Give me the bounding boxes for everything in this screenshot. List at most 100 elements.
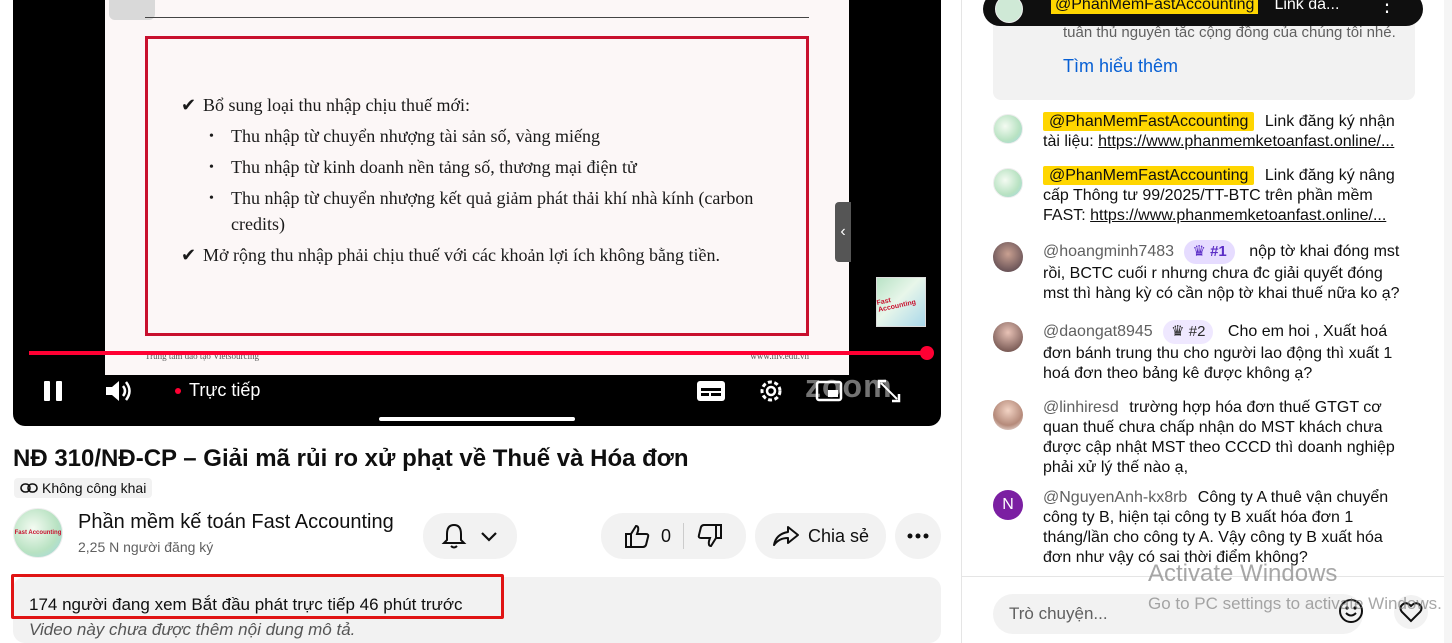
miniplayer-button[interactable]: [811, 374, 847, 408]
slide-bullet-text: Thu nhập từ chuyển nhượng kết quả giảm p…: [231, 188, 754, 234]
video-player[interactable]: ✔ Bổ sung loại thu nhập chịu thuế mới: •…: [13, 0, 941, 426]
chat-message-body: @daongat8945 ♛ #2 Cho em hoi , Xuất hoá …: [1043, 320, 1413, 384]
settings-button[interactable]: [753, 374, 789, 408]
fullscreen-icon: [877, 379, 901, 403]
emoji-button[interactable]: [1337, 597, 1367, 627]
live-label: Trực tiếp: [189, 380, 261, 400]
live-chat-panel: tuân thủ nguyên tắc cộng đồng của chúng …: [961, 0, 1452, 643]
pinned-message-banner[interactable]: @PhanMemFastAccounting Link đă... ⋮: [983, 0, 1423, 26]
heart-icon: [1399, 602, 1423, 623]
progress-bar[interactable]: [29, 346, 934, 360]
share-icon: [772, 526, 799, 546]
progress-fill: [29, 351, 927, 355]
subtitles-button[interactable]: [693, 376, 729, 406]
slide-bullet: • Thu nhập từ chuyển nhượng kết quả giảm…: [181, 183, 801, 240]
subtitles-icon: [697, 381, 725, 401]
chat-message-body: @PhanMemFastAccounting Link đăng ký nhận…: [1043, 112, 1413, 152]
like-count: 0: [660, 525, 671, 546]
thumbs-down-icon[interactable]: [696, 523, 724, 549]
pinned-author: @PhanMemFastAccounting: [1051, 0, 1259, 14]
chat-input[interactable]: Trò chuyện...: [993, 594, 1363, 634]
slide-check-text: Mở rộng thu nhập phải chịu thuế với các …: [203, 245, 720, 265]
youtube-live-page: ✔ Bổ sung loại thu nhập chịu thuế mới: •…: [0, 0, 1452, 643]
live-dot-icon: [175, 387, 181, 394]
chat-author[interactable]: @linhiresd: [1043, 399, 1119, 416]
channel-avatar[interactable]: Fast Accounting: [13, 508, 63, 558]
chat-message: @PhanMemFastAccounting Link đăng ký nhận…: [993, 112, 1413, 152]
more-vertical-icon[interactable]: ⋮: [1377, 0, 1397, 17]
chat-author[interactable]: @NguyenAnh-kx8rb: [1043, 489, 1187, 506]
rank-label: #2: [1188, 323, 1206, 340]
video-title: NĐ 310/NĐ-CP – Giải mã rủi ro xử phạt về…: [13, 445, 689, 472]
notification-button[interactable]: [423, 513, 517, 559]
slide-bullet-text: Thu nhập từ kinh doanh nền tảng số, thươ…: [231, 157, 637, 177]
like-dislike-group: 0: [601, 513, 746, 559]
volume-icon: [106, 381, 131, 401]
pause-icon-bar: [56, 381, 62, 401]
avatar[interactable]: [993, 322, 1023, 352]
player-controls: Trực tiếp zoom: [13, 368, 941, 414]
slide-check-item: ✔ Bổ sung loại thu nhập chịu thuế mới:: [181, 90, 801, 121]
like-divider: [683, 523, 684, 549]
logo-text: Fast Accounting: [876, 297, 917, 314]
heart-reaction-button[interactable]: [1394, 595, 1428, 629]
share-button[interactable]: Chia sẻ: [755, 513, 886, 559]
slide-panel-toggle[interactable]: ‹: [835, 202, 851, 262]
avatar[interactable]: [993, 400, 1023, 430]
slide-bullet: • Thu nhập từ kinh doanh nền tảng số, th…: [181, 152, 801, 183]
chat-message: N @NguyenAnh-kx8rb Công ty A thuê vận ch…: [993, 488, 1413, 568]
chat-input-area: Trò chuyện...: [962, 576, 1452, 643]
more-horizontal-icon: [907, 533, 929, 539]
privacy-badge: Không công khai: [14, 478, 153, 498]
volume-button[interactable]: [101, 374, 137, 408]
slide-bullet-text: Thu nhập từ chuyển nhượng tài sản số, và…: [231, 126, 600, 146]
chat-message-body: @PhanMemFastAccounting Link đăng ký nâng…: [1043, 166, 1413, 226]
chat-message-body: @hoangminh7483 ♛ #1 nộp tờ khai đóng mst…: [1043, 240, 1413, 304]
slide-content: ✔ Bổ sung loại thu nhập chịu thuế mới: •…: [181, 90, 801, 271]
crown-icon: ♛: [1171, 323, 1185, 340]
chevron-down-icon: [481, 532, 497, 542]
avatar: [995, 0, 1023, 23]
chat-author[interactable]: @PhanMemFastAccounting: [1043, 112, 1255, 131]
chat-link[interactable]: https://www.phanmemketoanfast.online/...: [1098, 133, 1394, 150]
channel-name[interactable]: Phần mềm kế toán Fast Accounting: [78, 511, 394, 534]
learn-more-link[interactable]: Tìm hiểu thêm: [1063, 56, 1178, 77]
chat-author[interactable]: @PhanMemFastAccounting: [1043, 166, 1255, 185]
avatar[interactable]: [993, 168, 1023, 198]
view-stats: 174 người đang xem Bắt đầu phát trực tiế…: [29, 595, 463, 614]
slide-check-text: Bổ sung loại thu nhập chịu thuế mới:: [203, 95, 470, 115]
pause-button[interactable]: [37, 378, 69, 404]
avatar[interactable]: N: [993, 490, 1023, 520]
rank-badge: ♛ #1: [1184, 240, 1235, 264]
channel-watermark-logo: Fast Accounting: [876, 277, 926, 327]
notice-text: tuân thủ nguyên tắc cộng đồng của chúng …: [1063, 24, 1396, 41]
bullet-icon: •: [209, 160, 214, 175]
avatar[interactable]: [993, 242, 1023, 272]
swipe-handle[interactable]: [379, 417, 575, 421]
bullet-icon: •: [209, 191, 214, 206]
chat-message: @hoangminh7483 ♛ #1 nộp tờ khai đóng mst…: [993, 240, 1413, 304]
fullscreen-button[interactable]: [871, 374, 907, 408]
chat-message: @PhanMemFastAccounting Link đăng ký nâng…: [993, 166, 1413, 226]
scrubber-handle[interactable]: [920, 346, 934, 360]
privacy-label: Không công khai: [42, 480, 147, 496]
share-label: Chia sẻ: [807, 525, 870, 546]
description-box[interactable]: 174 người đang xem Bắt đầu phát trực tiế…: [11, 574, 941, 643]
avatar-logo-text: Fast Accounting: [14, 530, 62, 536]
smiley-icon: [1339, 599, 1363, 623]
live-indicator[interactable]: Trực tiếp: [175, 380, 260, 401]
link-icon: [20, 483, 38, 493]
slide-check-item: ✔ Mở rộng thu nhập phải chịu thuế với cá…: [181, 240, 801, 271]
rank-badge: ♛ #2: [1163, 320, 1214, 344]
page-scrollbar[interactable]: [1444, 0, 1452, 643]
chat-author[interactable]: @daongat8945: [1043, 323, 1153, 340]
chat-author[interactable]: @hoangminh7483: [1043, 243, 1174, 260]
more-actions-button[interactable]: [895, 513, 941, 559]
description-empty-text: Video này chưa được thêm nội dung mô tả.: [29, 620, 356, 639]
chat-link[interactable]: https://www.phanmemketoanfast.online/...: [1090, 207, 1386, 224]
avatar[interactable]: [993, 114, 1023, 144]
bullet-icon: •: [209, 129, 214, 144]
thumbs-up-icon[interactable]: [623, 523, 651, 549]
bell-icon: [441, 523, 467, 549]
crown-icon: ♛: [1192, 243, 1206, 260]
